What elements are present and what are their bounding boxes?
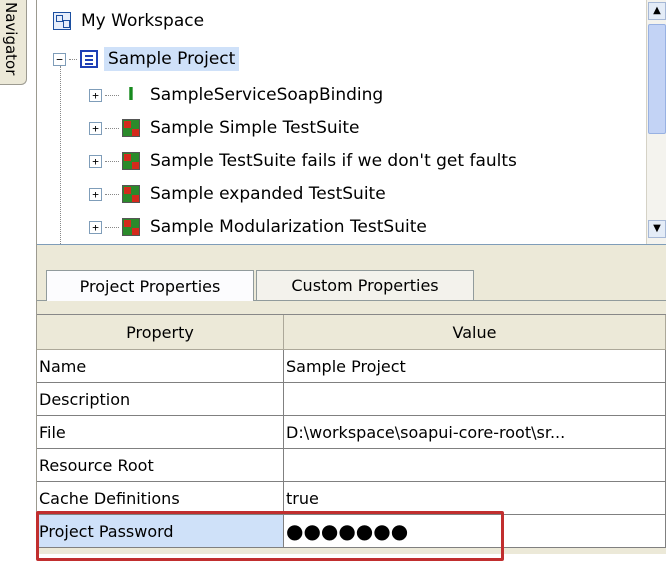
table-row[interactable]: File D:\workspace\soapui-core-root\sr...: [37, 416, 666, 449]
property-name: Name: [37, 350, 284, 382]
tree-item-label: SampleServiceSoapBinding: [150, 85, 384, 105]
expand-icon[interactable]: +: [89, 220, 102, 234]
property-name: Resource Root: [37, 449, 284, 481]
navigator-strip: Navigator: [0, 0, 36, 554]
project-label: Sample Project: [104, 47, 240, 71]
property-name: Description: [37, 383, 284, 415]
tree-connector: [60, 66, 61, 244]
tree-item-workspace[interactable]: My Workspace: [53, 6, 208, 36]
tree-item-label: Sample TestSuite fails if we don't get f…: [150, 151, 517, 171]
table-row[interactable]: Description: [37, 383, 666, 416]
interface-icon: I: [127, 84, 135, 105]
property-name: File: [37, 416, 284, 448]
workspace-icon: [53, 12, 71, 30]
tree-item-label: Sample expanded TestSuite: [150, 184, 386, 204]
navigator-tab-label: Navigator: [2, 2, 20, 76]
table-row[interactable]: Name Sample Project: [37, 350, 666, 383]
tree-item-testsuite[interactable]: + Sample expanded TestSuite: [89, 179, 390, 209]
workspace-label: My Workspace: [81, 11, 205, 31]
expand-icon[interactable]: +: [89, 121, 102, 135]
tree-item-interface[interactable]: + I SampleServiceSoapBinding: [89, 80, 387, 110]
tab-label: Project Properties: [79, 276, 221, 296]
property-value[interactable]: true: [284, 482, 666, 514]
project-icon: [80, 50, 98, 68]
tree-item-testsuite[interactable]: + Sample Modularization TestSuite: [89, 212, 431, 242]
collapse-icon[interactable]: −: [53, 52, 66, 66]
tab-project-properties[interactable]: Project Properties: [46, 270, 254, 301]
property-value[interactable]: [284, 449, 666, 481]
table-row[interactable]: Resource Root: [37, 449, 666, 482]
expand-icon[interactable]: +: [89, 187, 102, 201]
testsuite-icon: [122, 119, 140, 137]
property-name: Cache Definitions: [37, 482, 284, 514]
scroll-up-icon[interactable]: ▲: [648, 2, 666, 20]
scroll-thumb[interactable]: [648, 24, 666, 134]
properties-panel: Project Properties Custom Properties Pro…: [37, 245, 666, 554]
testsuite-icon: [122, 185, 140, 203]
navigator-tab[interactable]: Navigator: [0, 0, 27, 85]
testsuite-icon: [122, 218, 140, 236]
tree-item-label: Sample Modularization TestSuite: [150, 217, 427, 237]
expand-icon[interactable]: +: [89, 88, 102, 102]
tab-label: Custom Properties: [291, 276, 439, 295]
navigator-tree: My Workspace − Sample Project + I Sample…: [37, 0, 666, 244]
property-value[interactable]: [284, 383, 666, 415]
tab-custom-properties[interactable]: Custom Properties: [256, 270, 474, 300]
property-value[interactable]: Sample Project: [284, 350, 666, 382]
tree-item-testsuite[interactable]: + Sample TestSuite fails if we don't get…: [89, 146, 521, 176]
tree-item-testsuite[interactable]: + Sample Simple TestSuite: [89, 113, 364, 143]
testsuite-icon: [122, 152, 140, 170]
tree-item-project[interactable]: − Sample Project: [53, 44, 240, 74]
scroll-down-icon[interactable]: ▼: [648, 220, 666, 238]
table-header: Property Value: [37, 315, 666, 350]
tree-item-label: Sample Simple TestSuite: [150, 118, 360, 138]
column-header-value[interactable]: Value: [284, 315, 666, 349]
column-header-property[interactable]: Property: [37, 315, 284, 349]
property-value[interactable]: D:\workspace\soapui-core-root\sr...: [284, 416, 666, 448]
tree-scrollbar[interactable]: ▲ ▼: [646, 0, 666, 244]
expand-icon[interactable]: +: [89, 154, 102, 168]
